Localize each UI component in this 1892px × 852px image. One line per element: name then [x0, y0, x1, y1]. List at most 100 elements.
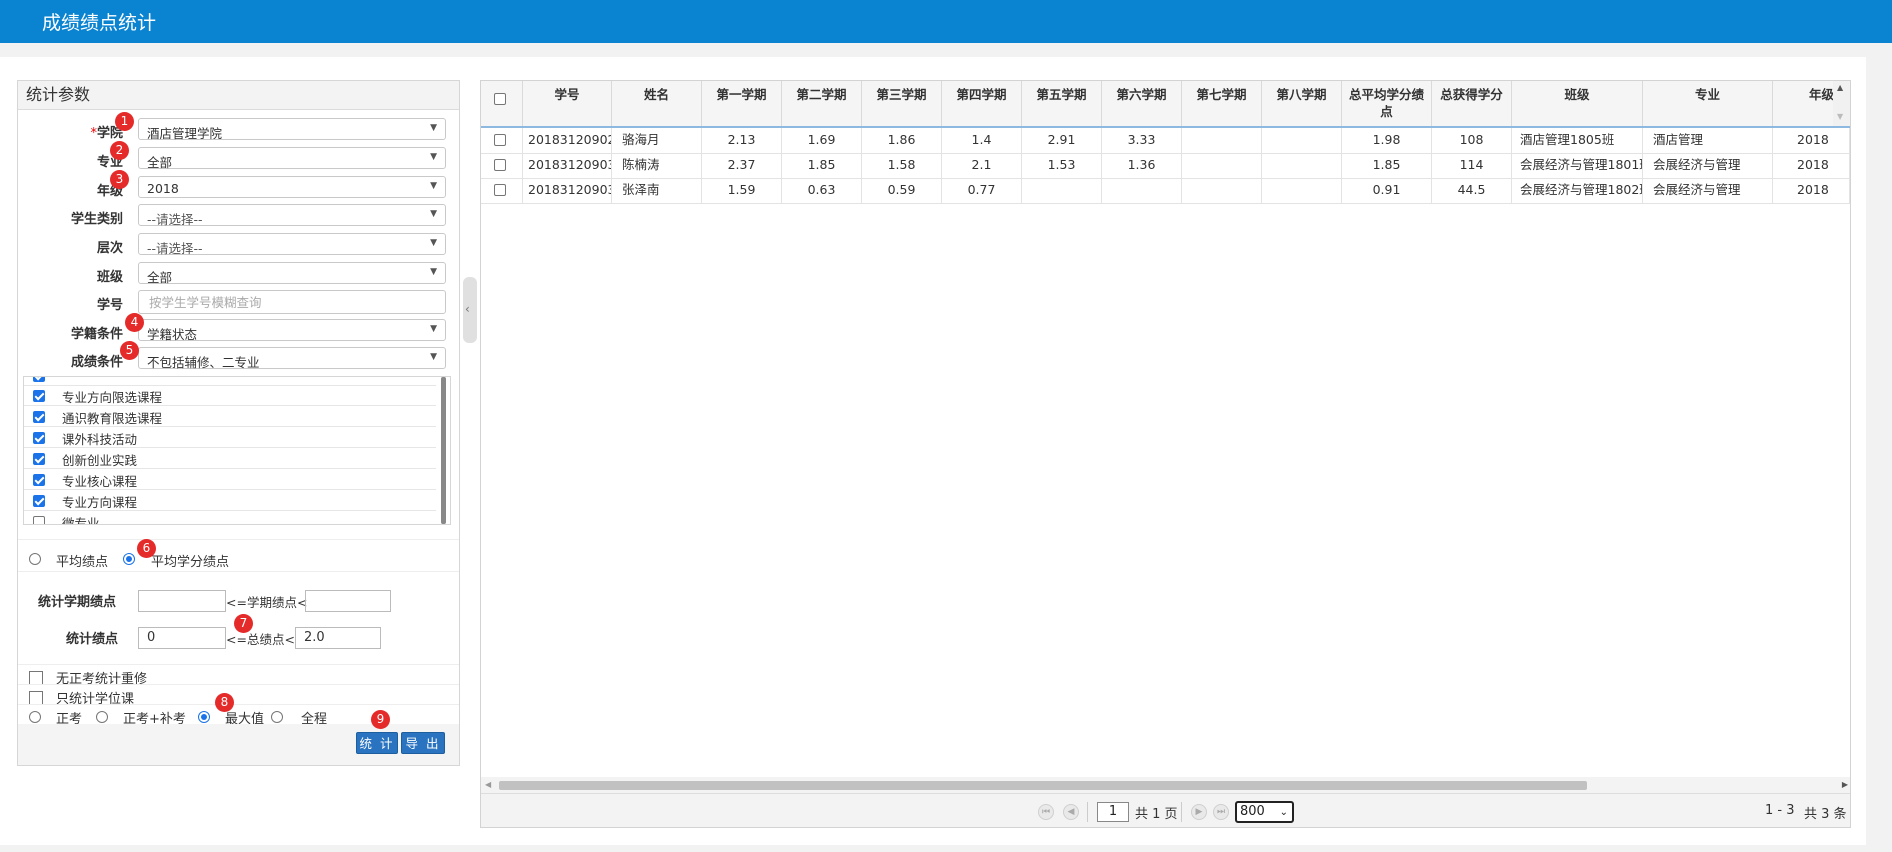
step-badge: 4 [125, 313, 144, 332]
export-button[interactable]: 导 出 [401, 732, 445, 754]
grid-header: 学号 姓名 第一学期 第二学期 第三学期 第四学期 第五学期 第六学期 第七学期… [481, 81, 1850, 128]
col-header[interactable]: 姓名 [612, 81, 702, 126]
enrollment-select[interactable]: 学籍状态 ▼ [138, 319, 446, 342]
col-header[interactable]: 班级 [1512, 81, 1643, 126]
checkbox[interactable] [33, 377, 45, 382]
score-condition-select[interactable]: 不包括辅修、二专业 ▼ [138, 347, 446, 370]
field-label-student-type: 学生类别 [70, 212, 123, 227]
dropdown-arrow-icon: ▼ [430, 123, 437, 133]
checkbox[interactable] [33, 390, 45, 402]
col-header[interactable]: 第五学期 [1022, 81, 1102, 126]
col-header[interactable]: 第六学期 [1102, 81, 1182, 126]
field-level: 层次 --请选择-- ▼ [18, 233, 459, 257]
page-number-input[interactable]: 1 [1097, 802, 1129, 822]
table-row[interactable]: 201831209030006 陈楠涛 2.37 1.85 1.58 2.1 1… [481, 153, 1850, 179]
field-enrollment: 学籍条件 学籍状态 ▼ [18, 319, 459, 343]
checkbox[interactable] [33, 516, 45, 524]
list-item[interactable]: 专业核心课程 [24, 469, 436, 490]
field-student-id: 学号 [18, 290, 459, 314]
collapse-panel-handle[interactable]: ‹ [463, 277, 477, 343]
stat-button[interactable]: 统 计 [356, 732, 398, 754]
scroll-up-icon[interactable]: ▲ [1837, 83, 1843, 92]
stat-params-panel: 统计参数 *学院 酒店管理学院 ▼ 专业 全部 ▼ 年级 2018 ▼ 学生类别 --… [17, 80, 460, 766]
col-header[interactable]: 第七学期 [1182, 81, 1262, 126]
list-item[interactable]: 通识教育限选课程 [24, 406, 436, 427]
class-select[interactable]: 全部 ▼ [138, 262, 446, 285]
degree-course-only-checkbox[interactable] [29, 691, 43, 705]
field-college: *学院 酒店管理学院 ▼ [18, 118, 459, 142]
scroll-left-icon[interactable]: ◀ [485, 780, 491, 789]
checkbox[interactable] [33, 432, 45, 444]
table-row[interactable]: 201831209020160 骆海月 2.13 1.69 1.86 1.4 2… [481, 128, 1850, 154]
col-header[interactable]: 总获得学分 [1432, 81, 1512, 126]
no-makeup-retake-checkbox[interactable] [29, 671, 43, 685]
col-header[interactable]: 学号 [523, 81, 612, 126]
college-select[interactable]: 酒店管理学院 ▼ [138, 118, 446, 141]
field-major: 专业 全部 ▼ [18, 147, 459, 171]
select-all-checkbox[interactable] [494, 93, 506, 105]
total-gpa-max-input[interactable]: 2.0 [295, 627, 381, 649]
dropdown-arrow-icon: ▼ [430, 267, 437, 277]
term-gpa-min-input[interactable] [138, 590, 226, 612]
checkbox[interactable] [33, 453, 45, 465]
list-item[interactable]: 专业方向限选课程 [24, 385, 436, 406]
scroll-right-icon[interactable]: ▶ [1842, 780, 1848, 789]
next-page-icon[interactable]: ▶ [1191, 804, 1207, 820]
radio-avg-credit-gpa[interactable] [123, 553, 135, 565]
radio-full-course[interactable] [271, 711, 283, 723]
col-header[interactable]: 第三学期 [862, 81, 942, 126]
prev-page-icon[interactable]: ◀ [1063, 804, 1079, 820]
first-page-icon[interactable]: ⏮ [1038, 804, 1054, 820]
total-gpa-min-input[interactable]: 0 [138, 627, 226, 649]
step-badge: 8 [215, 693, 234, 712]
horizontal-scrollbar[interactable]: ◀ ▶ [481, 777, 1850, 793]
list-scrollbar[interactable] [441, 377, 446, 524]
dropdown-arrow-icon: ▼ [430, 238, 437, 248]
level-select[interactable]: --请选择-- ▼ [138, 233, 446, 256]
checkbox[interactable] [33, 411, 45, 423]
table-row[interactable]: 201831209030074 张泽南 1.59 0.63 0.59 0.77 … [481, 178, 1850, 204]
student-id-input[interactable] [138, 290, 446, 314]
page-title: 成绩绩点统计 [42, 12, 157, 34]
dropdown-arrow-icon: ▼ [430, 181, 437, 191]
major-select[interactable]: 全部 ▼ [138, 147, 446, 170]
row-checkbox[interactable] [494, 159, 506, 171]
page-size-select[interactable]: 800 ⌄ [1235, 801, 1294, 823]
row-checkbox[interactable] [494, 134, 506, 146]
radio-regular-exam[interactable] [29, 711, 41, 723]
dropdown-arrow-icon: ▼ [430, 352, 437, 362]
field-class: 班级 全部 ▼ [18, 262, 459, 286]
student-type-select[interactable]: --请选择-- ▼ [138, 204, 446, 227]
list-item[interactable]: 微专业 [24, 511, 436, 524]
last-page-icon[interactable]: ⏭ [1213, 804, 1229, 820]
field-label-class: 班级 [96, 270, 123, 285]
scrollbar-thumb[interactable] [441, 377, 446, 524]
list-item[interactable]: 专业方向课程 [24, 490, 436, 511]
checkbox[interactable] [33, 474, 45, 486]
col-header[interactable]: 总平均学分绩点 [1342, 81, 1432, 126]
col-header[interactable]: 第八学期 [1262, 81, 1342, 126]
course-type-list[interactable]: 专业方向限选课程 通识教育限选课程 课外科技活动 创新创业实践 专业核心课程 专… [23, 376, 451, 525]
radio-label: 平均学分绩点 [151, 555, 230, 570]
radio-regular-makeup[interactable] [96, 711, 108, 723]
col-header[interactable]: 第一学期 [702, 81, 782, 126]
col-header[interactable]: 第四学期 [942, 81, 1022, 126]
col-header[interactable]: 专业 [1643, 81, 1773, 126]
list-item[interactable]: 创新创业实践 [24, 448, 436, 469]
header-scrollbar[interactable]: ▲ ▼ [1833, 81, 1850, 126]
results-grid: 学号 姓名 第一学期 第二学期 第三学期 第四学期 第五学期 第六学期 第七学期… [480, 80, 1851, 828]
col-header[interactable]: 第二学期 [782, 81, 862, 126]
field-label-enrollment: 学籍条件 [70, 327, 123, 342]
checkbox[interactable] [33, 495, 45, 507]
scroll-down-icon[interactable]: ▼ [1837, 112, 1843, 121]
radio-avg-gpa[interactable] [29, 553, 41, 565]
radio-max-value[interactable] [198, 711, 210, 723]
row-checkbox[interactable] [494, 184, 506, 196]
term-gpa-max-input[interactable] [305, 590, 391, 612]
step-badge: 2 [110, 141, 129, 160]
grade-select[interactable]: 2018 ▼ [138, 176, 446, 198]
list-item[interactable]: 课外科技活动 [24, 427, 436, 448]
total-gpa-operator: <=总绩点< [226, 632, 295, 647]
term-gpa-operator: <=学期绩点< [226, 595, 308, 610]
scrollbar-thumb[interactable] [499, 781, 1587, 790]
